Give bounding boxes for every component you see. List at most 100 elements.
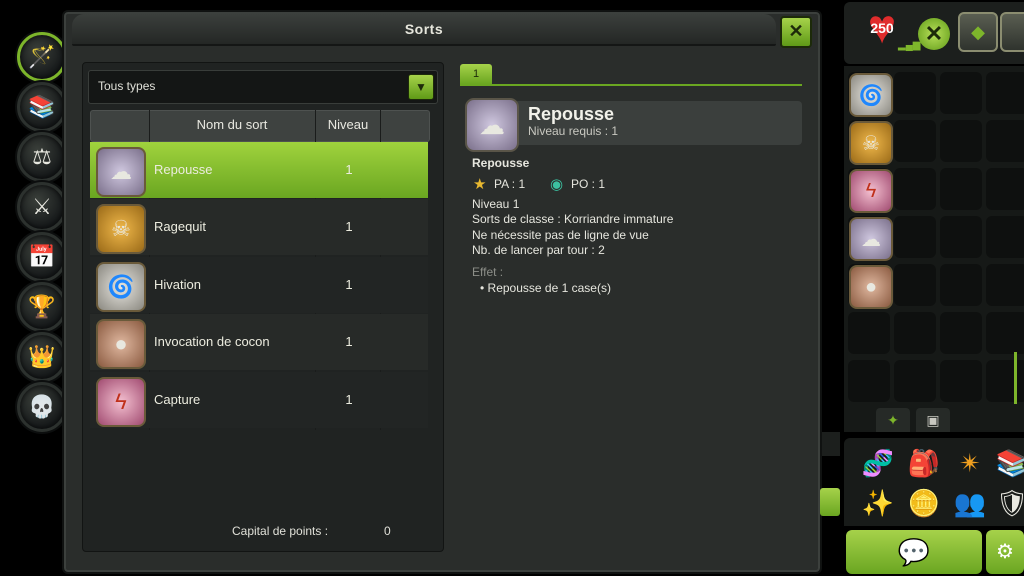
- chevron-down-icon[interactable]: ▼: [408, 74, 434, 100]
- shortcut-slot[interactable]: [986, 360, 1024, 402]
- friends-icon[interactable]: 👥: [950, 484, 990, 522]
- tentacle-icon[interactable]: ☁: [849, 217, 893, 261]
- scales-icon[interactable]: ⚖: [17, 132, 67, 182]
- coin-icon[interactable]: 🪙: [904, 484, 944, 522]
- spell-level: 1: [345, 392, 353, 407]
- inventory-icon[interactable]: 📚: [17, 82, 67, 132]
- column-header-level[interactable]: Niveau: [316, 110, 380, 140]
- detail-spell-name: Repousse: [528, 104, 615, 124]
- shortcut-slot[interactable]: [894, 312, 936, 354]
- spell-level: 1: [345, 277, 353, 292]
- shortcut-slot[interactable]: [894, 168, 936, 210]
- effect-item: • Repousse de 1 case(s): [480, 281, 611, 295]
- wand-icon[interactable]: ✨: [858, 484, 898, 522]
- crossed-swords-icon[interactable]: ⚔: [17, 182, 67, 232]
- window-title: Sorts: [404, 21, 444, 37]
- calendar-icon[interactable]: 📅: [17, 232, 67, 282]
- close-button[interactable]: ✕: [780, 16, 812, 48]
- shortcut-slot[interactable]: [986, 264, 1024, 306]
- column-header-name[interactable]: Nom du sort: [150, 110, 314, 140]
- shortcut-slot[interactable]: [848, 360, 890, 402]
- spell-level: 1: [345, 219, 353, 234]
- shortcut-slot[interactable]: [894, 120, 936, 162]
- shortcut-slot[interactable]: [940, 72, 982, 114]
- quick-menu: 🧬 🎒 ✴ 📚 ✨ 🪙 👥 🛡: [844, 438, 1024, 526]
- required-level: Niveau requis : 1: [528, 124, 619, 138]
- shortcut-slot[interactable]: [940, 120, 982, 162]
- shortcut-slot[interactable]: [986, 120, 1024, 162]
- spell-level: 1: [345, 162, 353, 177]
- table-row[interactable]: ☁ Repousse 1: [90, 142, 428, 198]
- shortcut-slot[interactable]: [986, 168, 1024, 210]
- books-icon[interactable]: 📚: [992, 444, 1024, 482]
- shortcut-slot[interactable]: [894, 264, 936, 306]
- capital-value: 0: [384, 524, 391, 538]
- spell-name: Ragequit: [154, 219, 207, 234]
- capital-label: Capital de points :: [232, 524, 329, 538]
- effect-label: Effet :: [472, 265, 504, 279]
- shortcut-slot[interactable]: [940, 360, 982, 402]
- detail-line: Sorts de classe : Korriandre immature: [472, 212, 674, 226]
- shortcut-slot[interactable]: [894, 72, 936, 114]
- panel-handle[interactable]: [822, 432, 840, 456]
- spells-tab-icon[interactable]: ✦: [876, 408, 910, 432]
- tentacle-icon: ☁: [96, 147, 146, 197]
- menu-button[interactable]: [1000, 12, 1024, 52]
- detail-subtitle: Repousse: [472, 156, 530, 170]
- crown-icon[interactable]: 👑: [17, 332, 67, 382]
- shield-icon[interactable]: 🛡: [992, 484, 1024, 522]
- swirl-icon: 🌀: [96, 262, 146, 312]
- spell-name: Repousse: [154, 162, 213, 177]
- grid-scrollbar[interactable]: [1014, 352, 1017, 404]
- chat-button[interactable]: 💬: [846, 530, 982, 574]
- swirl-icon[interactable]: 🌀: [849, 73, 893, 117]
- tentacle-icon: ☁: [465, 98, 519, 152]
- shortcut-slot[interactable]: [894, 216, 936, 258]
- spell-name: Invocation de cocon: [154, 334, 270, 349]
- detail-line: Niveau 1: [472, 197, 520, 211]
- bag-tab-icon[interactable]: ▣: [916, 408, 950, 432]
- compass-star-icon[interactable]: ✴: [950, 444, 990, 482]
- spell-name: Hivation: [154, 277, 201, 292]
- spell-level: 1: [345, 334, 353, 349]
- cocoon-icon[interactable]: ●: [849, 265, 893, 309]
- lightning-icon: ϟ: [96, 377, 146, 427]
- skull-helmet-icon[interactable]: 💀: [17, 382, 67, 432]
- shortcut-slot[interactable]: [940, 168, 982, 210]
- table-row[interactable]: ● Invocation de cocon 1: [90, 314, 428, 370]
- spell-name: Capture: [154, 392, 201, 407]
- spells-icon[interactable]: 🪄: [17, 32, 67, 82]
- table-row[interactable]: ϟ Capture 1: [90, 372, 428, 428]
- eye-icon: ◉: [550, 176, 564, 193]
- star-icon: ★: [473, 176, 487, 193]
- type-filter-value: Tous types: [98, 79, 156, 93]
- backpack-icon[interactable]: 🎒: [904, 444, 944, 482]
- pa-cost: PA : 1: [494, 177, 526, 191]
- shortcut-slot[interactable]: [986, 72, 1024, 114]
- shortcut-slot[interactable]: [894, 360, 936, 402]
- shortcut-slot[interactable]: [986, 312, 1024, 354]
- grid-tabs: ✦ ▣: [876, 408, 956, 432]
- settings-button[interactable]: ⚙: [986, 530, 1024, 574]
- signal-icon: ▂▄▆: [898, 40, 921, 51]
- tab-level-1[interactable]: 1: [460, 64, 492, 84]
- trophy-icon[interactable]: 🏆: [17, 282, 67, 332]
- chat-bubble-icon: 💬: [897, 536, 931, 567]
- map-button[interactable]: ◆: [958, 12, 998, 52]
- shortcut-slot[interactable]: [940, 312, 982, 354]
- detail-line: Nb. de lancer par tour : 2: [472, 243, 605, 257]
- table-row[interactable]: 🌀 Hivation 1: [90, 257, 428, 313]
- cocoon-icon: ●: [96, 319, 146, 369]
- skull-icon[interactable]: ☠: [849, 121, 893, 165]
- po-range: PO : 1: [571, 177, 606, 191]
- shortcut-grid: 🌀 ☠ ϟ ☁ ●: [844, 66, 1024, 432]
- table-row[interactable]: ☠ Ragequit 1: [90, 199, 428, 255]
- shortcut-slot[interactable]: [848, 312, 890, 354]
- dna-icon[interactable]: 🧬: [858, 444, 898, 482]
- shortcut-slot[interactable]: [986, 216, 1024, 258]
- cancel-action-button[interactable]: ✕: [918, 18, 950, 50]
- expand-tab[interactable]: [820, 488, 840, 516]
- shortcut-slot[interactable]: [940, 216, 982, 258]
- shortcut-slot[interactable]: [940, 264, 982, 306]
- lightning-icon[interactable]: ϟ: [849, 169, 893, 213]
